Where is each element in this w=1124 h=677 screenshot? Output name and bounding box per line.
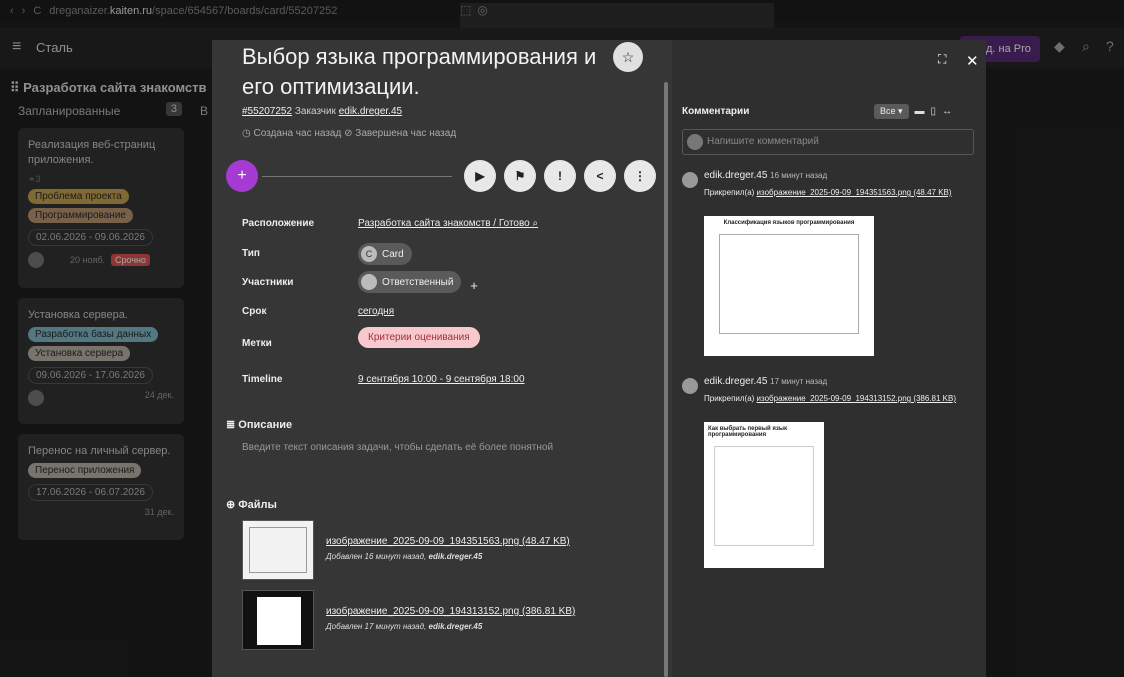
type-label: Тип	[242, 248, 260, 259]
type-chip[interactable]: C Card	[358, 243, 412, 265]
file-thumbnail[interactable]	[242, 590, 314, 650]
diagram-preview	[719, 234, 859, 334]
card-details: Выбор языка программирования и его оптим…	[212, 40, 664, 677]
comment-attachment-text: Прикрепил(а) изображение_2025-09-09_1943…	[704, 394, 957, 403]
file-meta: Добавлен 17 минут назад, edik.dreger.45	[326, 622, 483, 631]
layout-bottom-icon[interactable]: ▬	[915, 106, 925, 117]
members-chip[interactable]: Ответственный +	[358, 271, 478, 293]
timeline-label: Timeline	[242, 374, 283, 385]
comment-input[interactable]: Напишите комментарий	[682, 129, 974, 155]
infographic-preview	[714, 446, 814, 546]
avatar	[687, 134, 703, 150]
attachment-icon: ⊕	[226, 499, 236, 511]
image-preview	[249, 527, 307, 573]
comments-title: Комментарии	[682, 106, 750, 117]
fullscreen-icon[interactable]: ⛶	[938, 52, 946, 67]
add-member-icon[interactable]: +	[470, 278, 478, 293]
flag-icon[interactable]: ⚑	[504, 160, 536, 192]
card-status-line: ◷ Создана час назад ⊘ Завершена час наза…	[242, 128, 457, 139]
resize-icon[interactable]: ↔	[942, 106, 952, 117]
members-label: Участники	[242, 277, 294, 288]
card-action-row: + ▶ ⚑ ! < ⋮	[226, 158, 656, 198]
file-thumbnail[interactable]	[242, 520, 314, 580]
comment-image[interactable]: Как выбрать первый язык программирования	[704, 422, 824, 568]
comment-author: edik.dreger.45 17 минут назад	[704, 376, 828, 387]
card-id-link[interactable]: #55207252	[242, 106, 292, 117]
layout-side-icon[interactable]: ▯	[931, 106, 937, 117]
image-caption: Как выбрать первый язык программирования	[708, 426, 787, 438]
location-link[interactable]: Разработка сайта знакомств / Готово ⌕	[358, 218, 538, 229]
divider	[262, 176, 452, 177]
clock-icon: ◷	[242, 128, 251, 139]
text-icon: ≣	[226, 419, 236, 431]
image-preview	[257, 597, 301, 645]
timeline-value[interactable]: 9 сентября 10:00 - 9 сентября 18:00	[358, 374, 525, 385]
location-label: Расположение	[242, 218, 315, 229]
customer-link[interactable]: edik.dreger.45	[339, 106, 402, 117]
play-icon[interactable]: ▶	[464, 160, 496, 192]
attachment-link[interactable]: изображение_2025-09-09_194313152.png (38…	[757, 394, 956, 403]
add-button[interactable]: +	[226, 160, 258, 192]
comments-filter-select[interactable]: Все ▾	[874, 104, 909, 119]
description-header: ≣ Описание	[226, 419, 293, 431]
avatar	[682, 378, 698, 394]
tag-chip[interactable]: Критерии оценивания	[358, 327, 480, 348]
file-meta: Добавлен 16 минут назад, edik.dreger.45	[326, 552, 483, 561]
alert-icon[interactable]: !	[544, 160, 576, 192]
description-field[interactable]: Введите текст описания задачи, чтобы сде…	[242, 442, 553, 453]
tags-label: Метки	[242, 338, 272, 349]
share-icon[interactable]: <	[584, 160, 616, 192]
file-item[interactable]: изображение_2025-09-09_194351563.png (48…	[242, 520, 662, 580]
due-label: Срок	[242, 306, 267, 317]
file-item[interactable]: изображение_2025-09-09_194313152.png (38…	[242, 590, 662, 650]
comment-attachment-text: Прикрепил(а) изображение_2025-09-09_1943…	[704, 188, 952, 197]
check-circle-icon: ⊘	[344, 128, 353, 139]
card-title[interactable]: Выбор языка программирования и его оптим…	[242, 42, 622, 102]
comment-image[interactable]: Классификация языков программирования	[704, 216, 874, 356]
avatar	[682, 172, 698, 188]
more-icon[interactable]: ⋮	[624, 160, 656, 192]
comments-controls: Все ▾ ▬ ▯ ↔	[874, 104, 952, 119]
comments-panel: ⛶ ✕ Комментарии Все ▾ ▬ ▯ ↔ Напишите ком…	[672, 40, 986, 677]
scrollbar[interactable]	[664, 82, 668, 677]
due-value[interactable]: сегодня	[358, 306, 394, 317]
star-icon[interactable]: ☆	[613, 42, 643, 72]
file-name[interactable]: изображение_2025-09-09_194351563.png (48…	[326, 536, 570, 547]
avatar	[361, 274, 377, 290]
file-name[interactable]: изображение_2025-09-09_194313152.png (38…	[326, 606, 575, 617]
attachment-link[interactable]: изображение_2025-09-09_194351563.png (48…	[757, 188, 952, 197]
image-caption: Классификация языков программирования	[723, 220, 855, 226]
card-id-line: #55207252 Заказчик edik.dreger.45	[242, 106, 403, 117]
card-modal: Выбор языка программирования и его оптим…	[212, 40, 986, 677]
comment-author: edik.dreger.45 16 минут назад	[704, 170, 828, 181]
files-header: ⊕ Файлы	[226, 499, 277, 511]
search-icon[interactable]: ⌕	[533, 218, 539, 229]
close-icon[interactable]: ✕	[966, 52, 979, 70]
